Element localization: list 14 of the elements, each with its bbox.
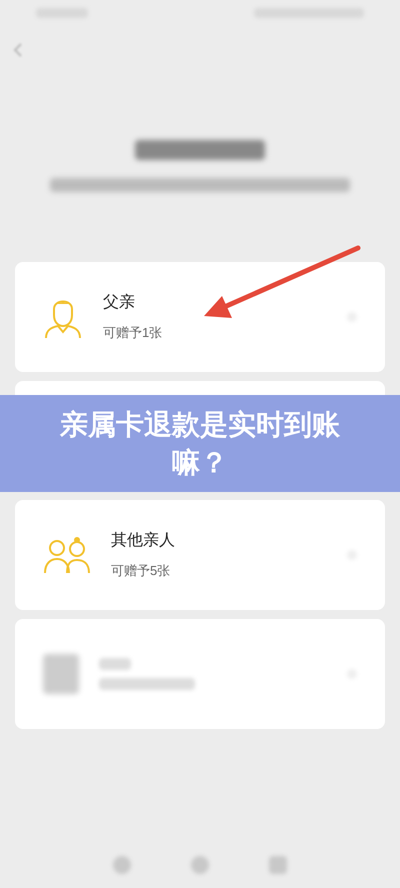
banner-title: 亲属卡退款是实时到账嘛？ (58, 408, 341, 480)
blurred-name (99, 658, 131, 670)
nav-home-blur[interactable] (191, 856, 209, 874)
person-icon-blur (43, 654, 79, 694)
quota-text: 可赠予5张 (111, 562, 172, 580)
contact-card[interactable]: 父亲 可赠予1张 (15, 262, 385, 372)
contact-card[interactable]: 其他亲人 可赠予5张 (15, 500, 385, 610)
contact-name: 其他亲人 (111, 530, 176, 552)
two-people-icon (43, 535, 91, 575)
quota-text: 可赠予1张 (103, 324, 164, 342)
contact-card[interactable] (15, 619, 385, 729)
contact-name: 父亲 (103, 292, 136, 314)
nav-back-blur[interactable] (113, 856, 131, 874)
nav-recent-blur[interactable] (269, 856, 287, 874)
